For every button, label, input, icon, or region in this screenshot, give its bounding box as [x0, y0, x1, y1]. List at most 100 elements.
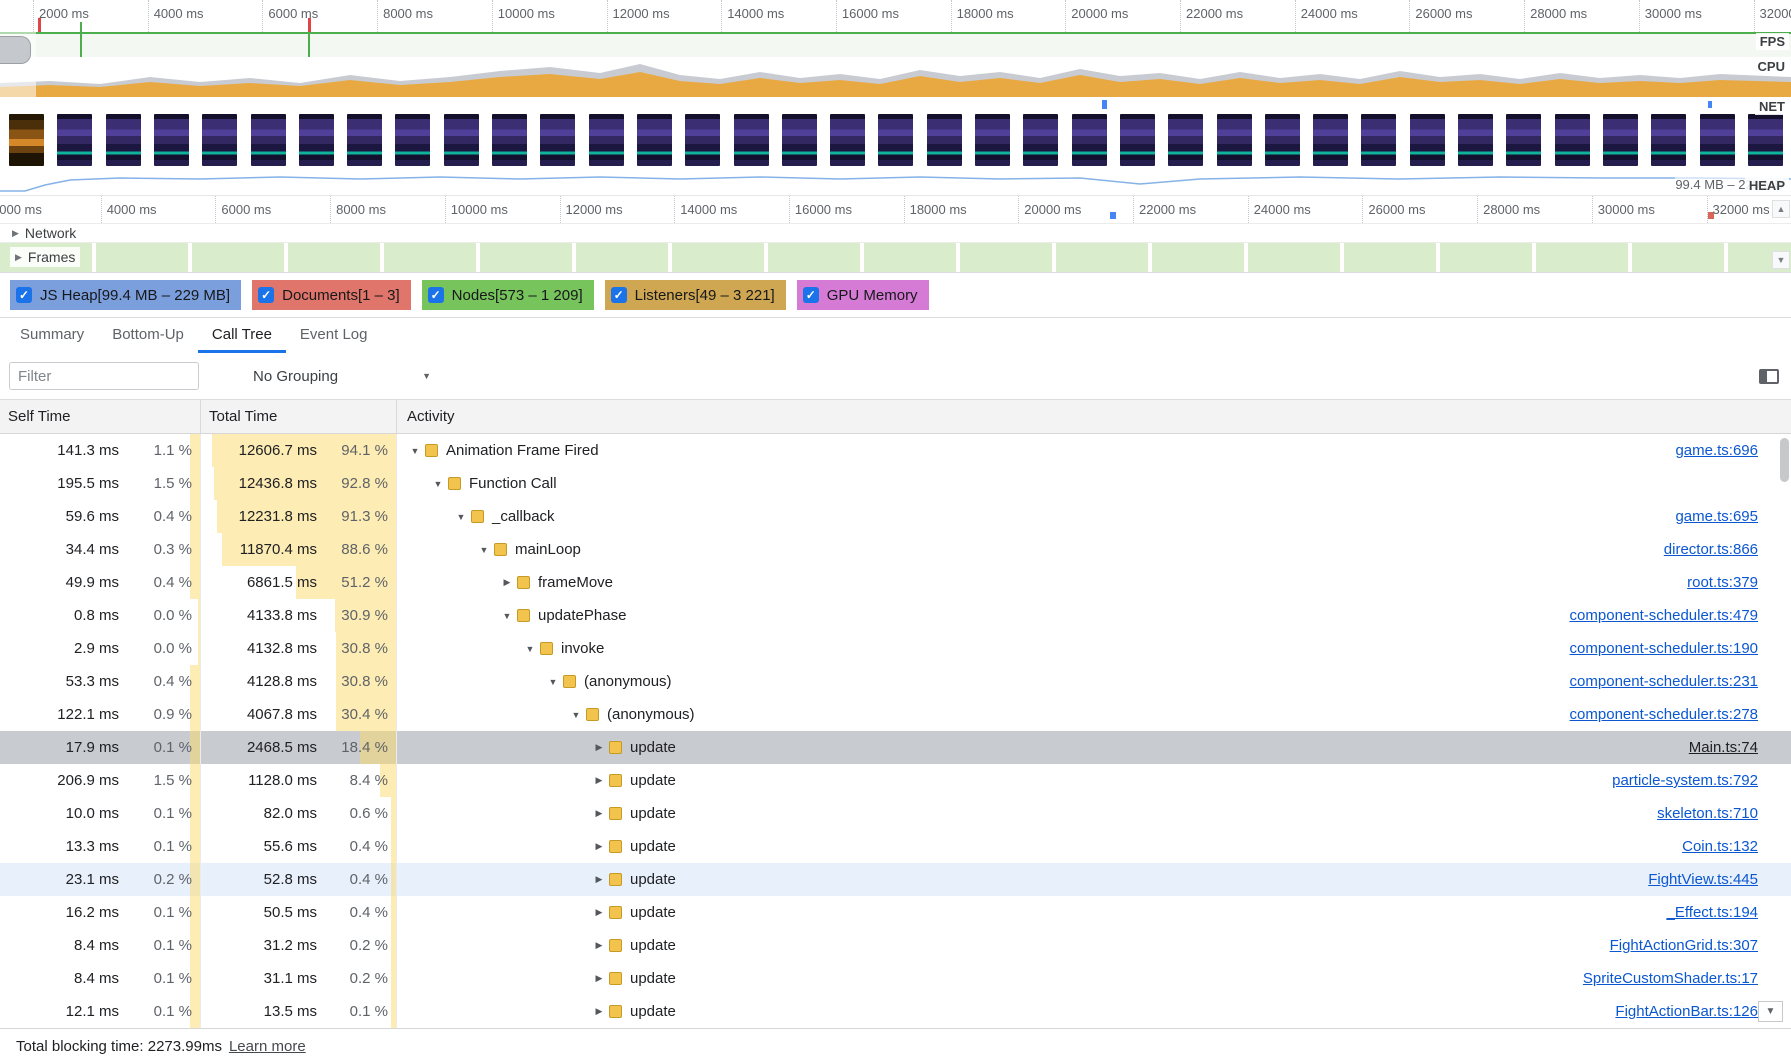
screenshot-thumbnail[interactable] — [830, 114, 865, 166]
grid-scroll-down-button[interactable]: ▼ — [1758, 1001, 1783, 1022]
table-row[interactable]: 16.2 ms 0.1 % 50.5 ms 0.4 % ▶ update _Ef… — [0, 896, 1791, 929]
screenshot-thumbnail[interactable] — [154, 114, 189, 166]
source-link[interactable]: root.ts:379 — [1687, 574, 1791, 591]
screenshot-thumbnail[interactable] — [1072, 114, 1107, 166]
expander-icon[interactable]: ▶ — [591, 1006, 607, 1017]
grid-scrollbar-thumb[interactable] — [1780, 438, 1789, 482]
screenshot-thumbnail[interactable] — [1700, 114, 1735, 166]
column-header-self-time[interactable]: Self Time — [0, 400, 201, 433]
scroll-down-button[interactable]: ▼ — [1772, 251, 1790, 269]
table-row[interactable]: 17.9 ms 0.1 % 2468.5 ms 18.4 % ▶ update … — [0, 731, 1791, 764]
screenshot-thumbnail[interactable] — [9, 114, 44, 166]
screenshot-thumbnail[interactable] — [685, 114, 720, 166]
counter-toggle-listeners[interactable]: ✓ Listeners[49 – 3 221] — [605, 280, 786, 310]
table-row[interactable]: 0.8 ms 0.0 % 4133.8 ms 30.9 % ▼ updatePh… — [0, 599, 1791, 632]
screenshot-thumbnail[interactable] — [1506, 114, 1541, 166]
expander-icon[interactable]: ▶ — [591, 907, 607, 918]
screenshot-thumbnail[interactable] — [734, 114, 769, 166]
learn-more-link[interactable]: Learn more — [229, 1038, 306, 1055]
tab-bottom-up[interactable]: Bottom-Up — [98, 318, 198, 353]
screenshot-filmstrip[interactable] — [0, 114, 1791, 167]
filter-input[interactable] — [9, 362, 199, 390]
column-header-activity[interactable]: Activity — [397, 400, 1791, 433]
source-link[interactable]: skeleton.ts:710 — [1657, 805, 1791, 822]
source-link[interactable]: FightActionGrid.ts:307 — [1610, 937, 1791, 954]
table-row[interactable]: 34.4 ms 0.3 % 11870.4 ms 88.6 % ▼ mainLo… — [0, 533, 1791, 566]
table-row[interactable]: 59.6 ms 0.4 % 12231.8 ms 91.3 % ▼ _callb… — [0, 500, 1791, 533]
source-link[interactable]: FightView.ts:445 — [1648, 871, 1791, 888]
counter-toggle-gpu-memory[interactable]: ✓ GPU Memory — [797, 280, 929, 310]
screenshot-thumbnail[interactable] — [1603, 114, 1638, 166]
net-overview-lane[interactable]: NET — [0, 97, 1791, 114]
expander-icon[interactable]: ▼ — [453, 512, 469, 522]
chevron-right-icon[interactable]: ▶ — [12, 228, 19, 239]
heap-overview-lane[interactable]: 99.4 MB – 229 MB HEAP — [0, 167, 1791, 196]
source-link[interactable]: game.ts:696 — [1675, 442, 1791, 459]
screenshot-thumbnail[interactable] — [1217, 114, 1252, 166]
expander-icon[interactable]: ▶ — [591, 808, 607, 819]
checkbox-icon[interactable]: ✓ — [16, 287, 32, 303]
source-link[interactable]: component-scheduler.ts:479 — [1570, 607, 1791, 624]
table-row[interactable]: 49.9 ms 0.4 % 6861.5 ms 51.2 % ▶ frameMo… — [0, 566, 1791, 599]
screenshot-thumbnail[interactable] — [299, 114, 334, 166]
screenshot-thumbnail[interactable] — [1458, 114, 1493, 166]
counter-toggle-documents[interactable]: ✓ Documents[1 – 3] — [252, 280, 411, 310]
overview-ruler[interactable]: 2000 ms4000 ms6000 ms8000 ms10000 ms1200… — [0, 0, 1791, 32]
expander-icon[interactable]: ▶ — [591, 775, 607, 786]
expander-icon[interactable]: ▼ — [568, 710, 584, 720]
table-row[interactable]: 206.9 ms 1.5 % 1128.0 ms 8.4 % ▶ update … — [0, 764, 1791, 797]
screenshot-thumbnail[interactable] — [975, 114, 1010, 166]
source-link[interactable]: Coin.ts:132 — [1682, 838, 1791, 855]
expander-icon[interactable]: ▼ — [430, 479, 446, 489]
overview-selection-handle[interactable] — [0, 36, 31, 64]
table-row[interactable]: 10.0 ms 0.1 % 82.0 ms 0.6 % ▶ update ske… — [0, 797, 1791, 830]
screenshot-thumbnail[interactable] — [1120, 114, 1155, 166]
tab-event-log[interactable]: Event Log — [286, 318, 382, 353]
table-row[interactable]: 13.3 ms 0.1 % 55.6 ms 0.4 % ▶ update Coi… — [0, 830, 1791, 863]
screenshot-thumbnail[interactable] — [1361, 114, 1396, 166]
screenshot-thumbnail[interactable] — [1168, 114, 1203, 166]
counter-toggle-js-heap[interactable]: ✓ JS Heap[99.4 MB – 229 MB] — [10, 280, 241, 310]
show-sidebar-button[interactable] — [1759, 369, 1779, 384]
screenshot-thumbnail[interactable] — [1265, 114, 1300, 166]
screenshot-thumbnail[interactable] — [927, 114, 962, 166]
expander-icon[interactable]: ▼ — [545, 677, 561, 687]
screenshot-thumbnail[interactable] — [878, 114, 913, 166]
track-network[interactable]: ▶ Network — [0, 224, 1791, 243]
source-link[interactable]: component-scheduler.ts:278 — [1570, 706, 1791, 723]
fps-overview-lane[interactable]: FPS — [0, 32, 1791, 57]
screenshot-thumbnail[interactable] — [1410, 114, 1445, 166]
expander-icon[interactable]: ▼ — [476, 545, 492, 555]
column-header-total-time[interactable]: Total Time — [201, 400, 397, 433]
table-row[interactable]: 122.1 ms 0.9 % 4067.8 ms 30.4 % ▼ (anony… — [0, 698, 1791, 731]
screenshot-thumbnail[interactable] — [251, 114, 286, 166]
expander-icon[interactable]: ▶ — [591, 940, 607, 951]
expander-icon[interactable]: ▶ — [591, 841, 607, 852]
expander-icon[interactable]: ▼ — [499, 611, 515, 621]
table-row[interactable]: 8.4 ms 0.1 % 31.1 ms 0.2 % ▶ update Spri… — [0, 962, 1791, 995]
scroll-up-button[interactable]: ▲ — [1772, 200, 1790, 218]
expander-icon[interactable]: ▶ — [591, 874, 607, 885]
checkbox-icon[interactable]: ✓ — [428, 287, 444, 303]
table-row[interactable]: 2.9 ms 0.0 % 4132.8 ms 30.8 % ▼ invoke c… — [0, 632, 1791, 665]
table-row[interactable]: 141.3 ms 1.1 % 12606.7 ms 94.1 % ▼ Anima… — [0, 434, 1791, 467]
expander-icon[interactable]: ▶ — [499, 577, 515, 588]
screenshot-thumbnail[interactable] — [57, 114, 92, 166]
source-link[interactable]: _Effect.ts:194 — [1667, 904, 1791, 921]
screenshot-thumbnail[interactable] — [589, 114, 624, 166]
screenshot-thumbnail[interactable] — [1313, 114, 1348, 166]
checkbox-icon[interactable]: ✓ — [611, 287, 627, 303]
screenshot-thumbnail[interactable] — [202, 114, 237, 166]
table-row[interactable]: 53.3 ms 0.4 % 4128.8 ms 30.8 % ▼ (anonym… — [0, 665, 1791, 698]
screenshot-thumbnail[interactable] — [1555, 114, 1590, 166]
source-link[interactable]: SpriteCustomShader.ts:17 — [1583, 970, 1791, 987]
screenshot-thumbnail[interactable] — [492, 114, 527, 166]
grouping-dropdown[interactable]: No Grouping ▼ — [253, 368, 431, 385]
source-link[interactable]: component-scheduler.ts:190 — [1570, 640, 1791, 657]
tab-call-tree[interactable]: Call Tree — [198, 318, 286, 353]
table-row[interactable]: 195.5 ms 1.5 % 12436.8 ms 92.8 % ▼ Funct… — [0, 467, 1791, 500]
table-row[interactable]: 8.4 ms 0.1 % 31.2 ms 0.2 % ▶ update Figh… — [0, 929, 1791, 962]
counter-toggle-nodes[interactable]: ✓ Nodes[573 – 1 209] — [422, 280, 594, 310]
screenshot-thumbnail[interactable] — [347, 114, 382, 166]
screenshot-thumbnail[interactable] — [444, 114, 479, 166]
